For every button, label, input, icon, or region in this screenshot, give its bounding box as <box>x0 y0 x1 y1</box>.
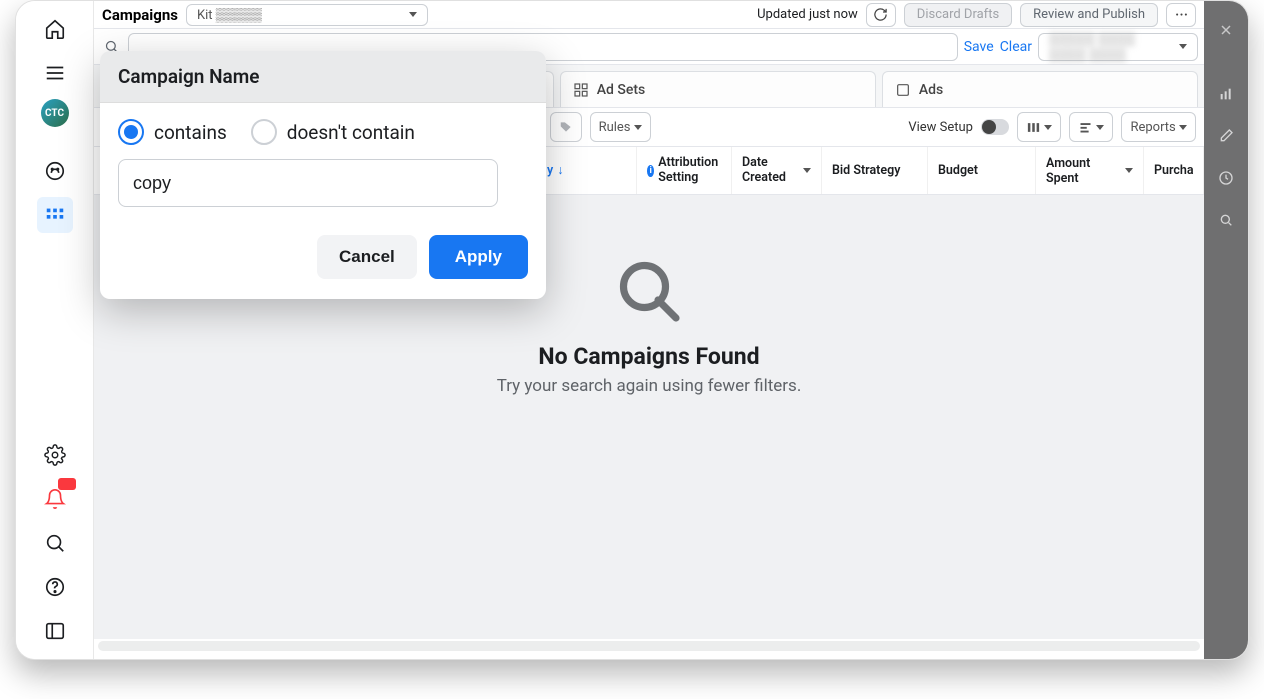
reports-dropdown[interactable]: Reports <box>1121 112 1196 142</box>
left-sidebar: CTC <box>16 1 94 659</box>
radio-icon <box>118 119 144 145</box>
radio-contains[interactable]: contains <box>118 119 227 145</box>
help-icon[interactable] <box>37 569 73 605</box>
notifications-icon[interactable] <box>37 481 73 517</box>
sync-status: Updated just now <box>757 7 858 22</box>
horizontal-scrollbar[interactable] <box>98 641 1200 651</box>
chevron-down-icon <box>1044 125 1052 130</box>
tab-ad-sets-label: Ad Sets <box>597 82 646 98</box>
account-selected-label: Kit ▒▒▒▒▒ <box>197 7 262 23</box>
date-range-selector[interactable]: ▒▒▒▒▒ ▒▒▒▒ ▒▒▒▒ ▒▒▒▒ <box>1038 33 1198 61</box>
save-filter-link[interactable]: Save <box>964 39 994 55</box>
collapse-sidebar-icon[interactable] <box>37 613 73 649</box>
rules-label: Rules <box>599 120 631 135</box>
column-purchases[interactable]: Purcha <box>1144 147 1204 194</box>
tab-ads[interactable]: Ads <box>882 71 1198 107</box>
search-right-icon[interactable] <box>1211 205 1241 235</box>
chevron-down-icon <box>409 12 417 17</box>
column-budget[interactable]: Budget <box>928 147 1036 194</box>
apply-button[interactable]: Apply <box>429 235 528 279</box>
close-icon[interactable] <box>1211 15 1241 45</box>
toggle-switch[interactable] <box>981 119 1009 135</box>
columns-dropdown[interactable] <box>1017 112 1061 142</box>
header: Campaigns Kit ▒▒▒▒▒ Updated just now Dis… <box>94 1 1204 29</box>
account-avatar[interactable]: CTC <box>41 99 69 127</box>
empty-title: No Campaigns Found <box>538 343 759 370</box>
settings-icon[interactable] <box>37 437 73 473</box>
tab-ad-sets[interactable]: Ad Sets <box>560 71 876 107</box>
ads-manager-icon[interactable] <box>37 197 73 233</box>
chart-icon[interactable] <box>1211 79 1241 109</box>
sort-down-icon: ↓ <box>557 163 563 178</box>
view-setup-label: View Setup <box>908 120 973 135</box>
filter-popover: Campaign Name contains doesn't contain C… <box>100 51 546 299</box>
info-icon: i <box>647 165 654 177</box>
radio-not-contains[interactable]: doesn't contain <box>251 119 415 145</box>
chevron-down-icon <box>803 168 811 173</box>
clock-icon[interactable] <box>1211 163 1241 193</box>
home-icon[interactable] <box>37 11 73 47</box>
date-range-label: ▒▒▒▒▒ ▒▒▒▒ ▒▒▒▒ ▒▒▒▒ <box>1049 31 1171 63</box>
more-button[interactable] <box>1166 3 1196 27</box>
search-empty-icon <box>613 255 685 331</box>
discard-drafts-button[interactable]: Discard Drafts <box>904 3 1012 27</box>
column-date-created[interactable]: Date Created <box>732 147 822 194</box>
right-sidebar <box>1204 1 1248 659</box>
edit-icon[interactable] <box>1211 121 1241 151</box>
chevron-down-icon <box>1179 44 1187 49</box>
tag-button[interactable] <box>550 112 582 142</box>
empty-subtitle: Try your search again using fewer filter… <box>497 376 802 396</box>
popover-title: Campaign Name <box>100 51 546 103</box>
refresh-button[interactable] <box>866 3 896 27</box>
clear-filter-link[interactable]: Clear <box>1000 39 1032 55</box>
filter-text-input[interactable] <box>118 159 498 207</box>
column-attribution[interactable]: i Attribution Setting <box>637 147 732 194</box>
view-setup-toggle[interactable]: View Setup <box>908 119 1009 135</box>
reports-label: Reports <box>1130 120 1175 135</box>
column-amount-spent[interactable]: Amount Spent <box>1036 147 1144 194</box>
radio-icon <box>251 119 277 145</box>
chevron-down-icon <box>1096 125 1104 130</box>
cancel-button[interactable]: Cancel <box>317 235 417 279</box>
account-selector[interactable]: Kit ▒▒▒▒▒ <box>186 4 428 26</box>
chevron-down-icon <box>1125 168 1133 173</box>
review-publish-button[interactable]: Review and Publish <box>1020 3 1158 27</box>
breakdown-dropdown[interactable] <box>1069 112 1113 142</box>
column-delivery[interactable]: y ↓ <box>537 147 637 194</box>
menu-icon[interactable] <box>37 55 73 91</box>
gauge-icon[interactable] <box>37 153 73 189</box>
search-nav-icon[interactable] <box>37 525 73 561</box>
tab-ads-label: Ads <box>919 82 943 98</box>
rules-dropdown[interactable]: Rules <box>590 112 651 142</box>
page-title: Campaigns <box>102 6 178 24</box>
chevron-down-icon <box>1179 125 1187 130</box>
column-bid-strategy[interactable]: Bid Strategy <box>822 147 928 194</box>
chevron-down-icon <box>634 125 642 130</box>
